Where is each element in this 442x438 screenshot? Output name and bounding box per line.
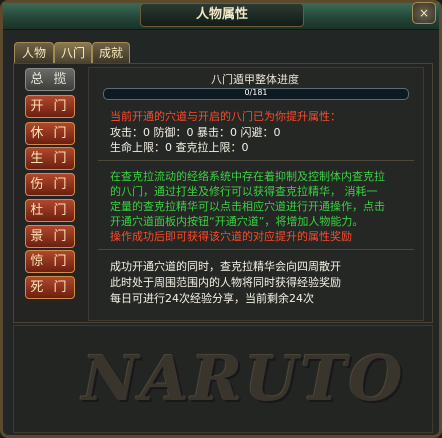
- description-line-1: 在查克拉流动的经络系统中存在着抑制及控制体内查克拉: [110, 170, 385, 183]
- gate-overview-button[interactable]: 总 揽: [25, 68, 75, 91]
- description-line-4: 开通穴道面板内按钮“开通穴道”，将增加人物能力。: [110, 215, 364, 228]
- gate-view-button[interactable]: 景 门: [25, 225, 75, 248]
- gate-death-button[interactable]: 死 门: [25, 276, 75, 299]
- divider: [98, 160, 414, 161]
- progress-text: 0/181: [244, 88, 268, 97]
- gate-harm-button[interactable]: 伤 门: [25, 173, 75, 196]
- description-line-2: 的八门，通过打坐及修行可以获得查克拉精华， 消耗一: [110, 185, 378, 198]
- naruto-logo: NARUTO: [82, 342, 405, 415]
- sharing-line-3: 每日可进行24次经验分享，当前剩余24次: [110, 292, 314, 305]
- bottom-panel: NARUTO: [13, 325, 433, 433]
- attributes-row-1: 攻击：0 防御：0 暴击：0 闪避：0: [110, 126, 281, 139]
- tab-character[interactable]: 人物: [14, 42, 54, 63]
- attributes-header: 当前开通的穴道与开启的八门已为你提升属性：: [110, 110, 341, 123]
- sharing-line-2: 此时处于周围范围内的人物将同时获得经验奖励: [110, 276, 341, 289]
- description-reward-line: 操作成功后即可获得该穴道的对应提升的属性奖励: [110, 230, 352, 243]
- gate-open-button[interactable]: 开 门: [25, 95, 75, 118]
- close-button[interactable]: ×: [412, 2, 436, 24]
- description-line-3: 定量的查克拉精华可以点击相应穴道进行开通操作，点击: [110, 200, 385, 213]
- tab-eight-gates[interactable]: 八门: [54, 42, 92, 63]
- divider: [98, 249, 414, 250]
- window-title: 人物属性: [140, 3, 304, 27]
- tab-achievements[interactable]: 成就: [92, 42, 130, 63]
- gate-life-button[interactable]: 生 门: [25, 147, 75, 170]
- overall-progress-bar: 0/181: [103, 88, 409, 100]
- sharing-line-1: 成功开通穴道的同时，查克拉精华会向四周散开: [110, 260, 341, 273]
- gate-wonder-button[interactable]: 惊 门: [25, 250, 75, 273]
- gate-limit-button[interactable]: 杜 门: [25, 199, 75, 222]
- attributes-row-2: 生命上限：0 查克拉上限：0: [110, 141, 249, 154]
- progress-title: 八门遁甲整体进度: [211, 73, 299, 86]
- gate-rest-button[interactable]: 休 门: [25, 122, 75, 145]
